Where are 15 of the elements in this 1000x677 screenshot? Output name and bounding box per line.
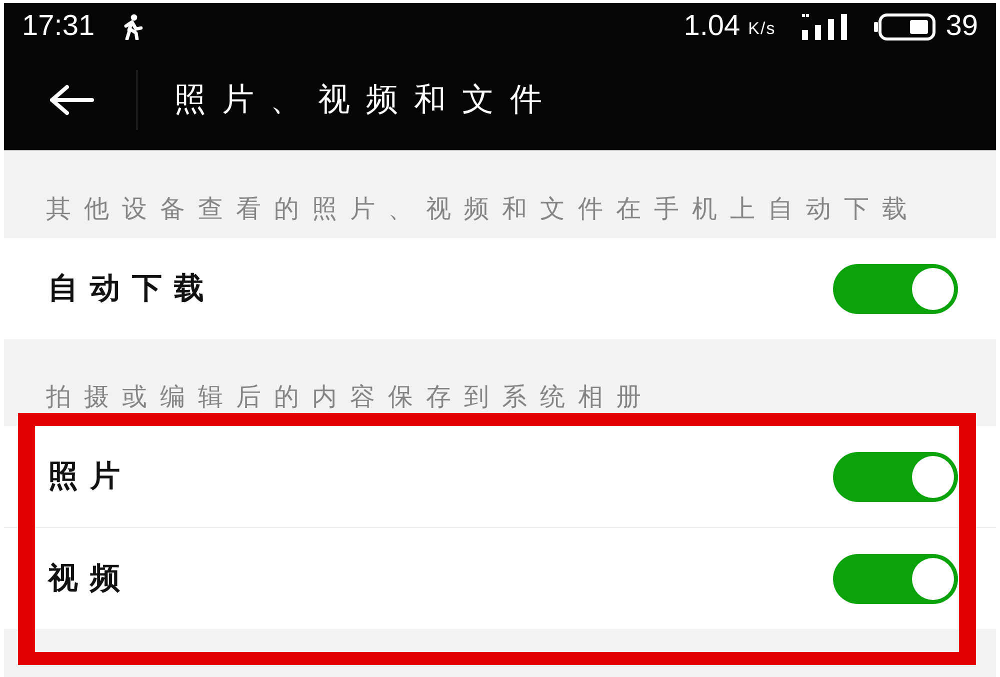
section-caption: 其他设备查看的照片、视频和文件在手机上自动下载 [46,193,920,225]
speed-unit: K/s [748,19,776,39]
page-title: 照片、视频和文件 [174,79,558,120]
battery-percent: 39 [946,10,978,43]
network-speed: 1.04 [684,10,740,43]
back-icon[interactable] [48,84,94,116]
setting-label: 自动下载 [48,270,216,308]
toggle-switch[interactable] [833,452,958,502]
clock-time: 17:31 [22,10,95,43]
toggle-switch[interactable] [833,264,958,314]
setting-label: 视频 [48,560,132,598]
toggle-switch[interactable] [833,554,958,604]
battery-icon [874,12,936,40]
setting-label: 照片 [48,458,132,496]
section-caption: 拍摄或编辑后的内容保存到系统相册 [46,381,654,413]
